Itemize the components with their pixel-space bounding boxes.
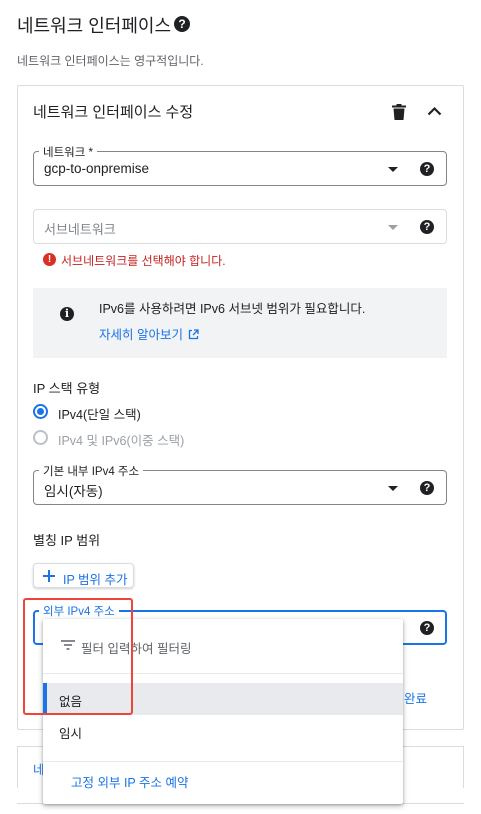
trash-icon[interactable] xyxy=(392,104,406,120)
done-button[interactable]: 완료 xyxy=(404,688,427,707)
internal-ipv4-value: 임시(자동) xyxy=(44,484,103,499)
help-icon[interactable]: ? xyxy=(420,162,434,176)
learn-more-label: 자세히 알아보기 xyxy=(99,328,183,342)
dropdown-arrow-icon xyxy=(388,167,398,172)
dropdown-arrow-icon xyxy=(388,486,398,491)
network-value: gcp-to-onpremise xyxy=(44,161,150,176)
internal-ipv4-label: 기본 내부 IPv4 주소 xyxy=(39,463,144,479)
radio-ipv4-single[interactable] xyxy=(33,404,48,419)
subnetwork-placeholder: 서브네트워크 xyxy=(44,222,116,237)
help-icon[interactable]: ? xyxy=(174,16,190,32)
radio-ipv4-single-label: IPv4(단일 스택) xyxy=(58,408,141,422)
add-ip-range-label: IP 범위 추가 xyxy=(63,573,128,587)
ipv6-info-text: IPv6를 사용하려면 IPv6 서브넷 범위가 필요합니다. xyxy=(99,302,366,316)
highlight-box xyxy=(23,598,133,715)
add-ip-range-button[interactable]: IP 범위 추가 xyxy=(33,563,134,588)
chevron-up-icon[interactable] xyxy=(427,106,442,116)
ip-stack-label: IP 스택 유형 xyxy=(33,381,101,396)
radio-dual-stack-label: IPv4 및 IPv6(이중 스택) xyxy=(58,434,185,448)
page-subtitle: 네트워크 인터페이스는 영구적입니다. xyxy=(17,54,204,68)
plus-icon xyxy=(43,570,55,582)
error-icon: ! xyxy=(43,253,56,266)
external-link-icon xyxy=(189,329,200,340)
help-icon[interactable]: ? xyxy=(420,621,434,635)
help-icon[interactable]: ? xyxy=(420,220,434,234)
page-title: 네트워크 인터페이스 xyxy=(17,16,172,36)
subnetwork-error: 서브네트워크를 선택해야 합니다. xyxy=(61,254,226,268)
dropdown-option-ephemeral[interactable]: 임시 xyxy=(43,715,403,747)
info-icon: i xyxy=(60,307,74,321)
help-icon[interactable]: ? xyxy=(420,481,434,495)
radio-ipv4-ipv6-dual[interactable] xyxy=(33,430,48,445)
dropdown-option-ephemeral-label: 임시 xyxy=(59,727,83,741)
dropdown-arrow-icon xyxy=(388,225,398,230)
reserve-static-ip-link[interactable]: 고정 외부 IP 주소 예약 xyxy=(71,772,188,791)
learn-more-link[interactable]: 자세히 알아보기 xyxy=(99,324,200,343)
network-label: 네트워크 * xyxy=(39,144,97,160)
card-title: 네트워크 인터페이스 수정 xyxy=(33,104,194,121)
alias-ip-label: 별칭 IP 범위 xyxy=(33,533,101,548)
divider xyxy=(43,761,403,762)
